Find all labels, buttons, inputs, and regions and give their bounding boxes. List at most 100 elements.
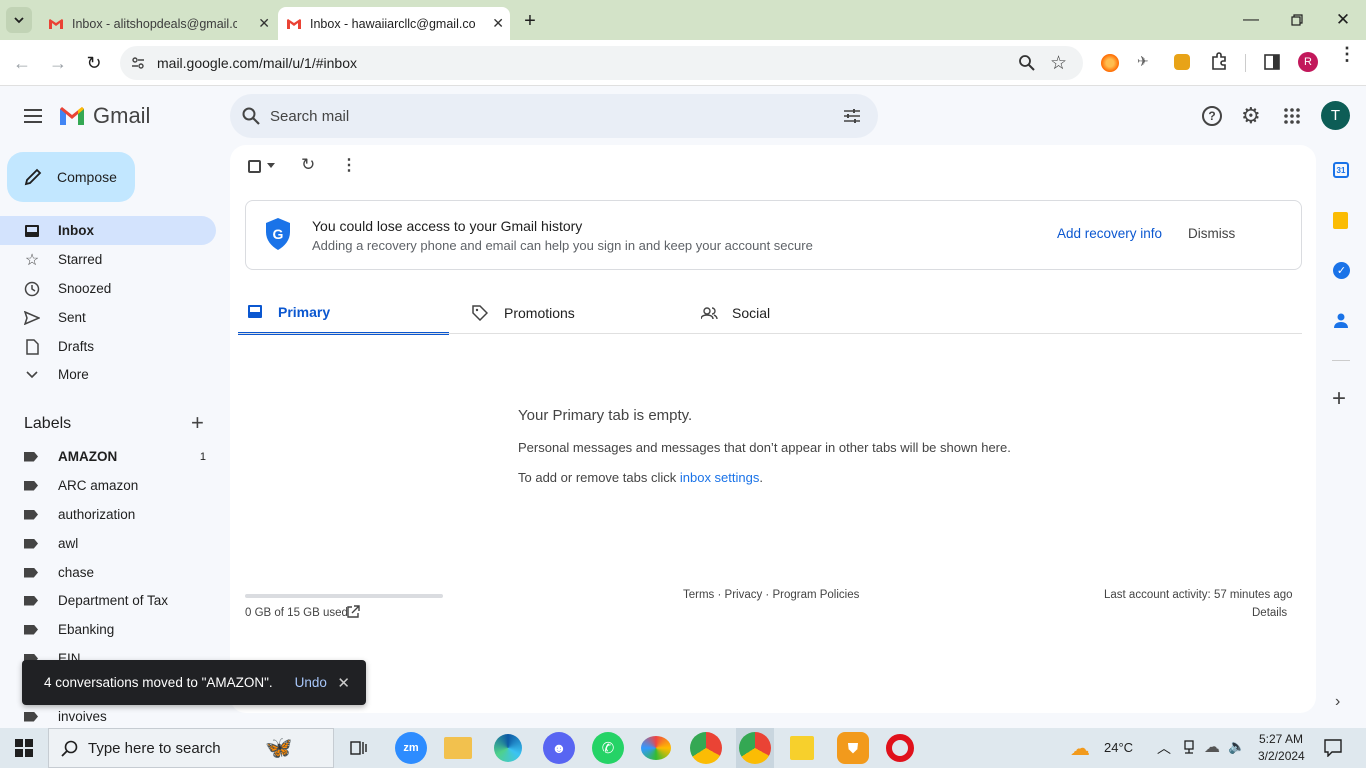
url-text[interactable]: mail.google.com/mail/u/1/#inbox [157, 55, 357, 71]
inbox-settings-link[interactable]: inbox settings [680, 470, 760, 485]
network-icon[interactable] [1182, 740, 1196, 759]
volume-icon[interactable]: 🔈 [1228, 738, 1245, 755]
nav-inbox[interactable]: Inbox [0, 216, 216, 245]
extension-firefox-icon[interactable] [1101, 54, 1119, 72]
label-invoives[interactable]: invoives [0, 702, 216, 731]
onedrive-offline-icon[interactable]: ☁ [1204, 737, 1220, 757]
browser-tab-1[interactable]: Inbox - alitshopdeals@gmail.com ✕ [40, 7, 276, 40]
footer-links[interactable]: Terms · Privacy · Program Policies [683, 589, 859, 601]
tasks-icon[interactable]: ✓ [1333, 262, 1350, 279]
settings-gear-icon[interactable]: ⚙ [1241, 103, 1261, 129]
restore-button[interactable] [1282, 8, 1312, 32]
forward-button[interactable]: → [46, 51, 70, 75]
taskbar-search-input[interactable]: Type here to search [88, 740, 221, 757]
clock-date[interactable]: 3/2/2024 [1258, 749, 1305, 763]
nav-sent[interactable]: Sent [0, 303, 216, 332]
keep-icon[interactable] [1333, 212, 1348, 229]
undo-button[interactable]: Undo [295, 675, 327, 690]
label-amazon[interactable]: AMAZON 1 [0, 442, 216, 471]
label-ebanking[interactable]: Ebanking [0, 615, 216, 644]
vpn-app-icon[interactable]: ⛊ [837, 732, 869, 764]
tab-social[interactable]: Social [701, 291, 911, 335]
chrome-profile-2-icon[interactable] [736, 728, 774, 768]
chrome-profile-avatar[interactable]: R [1298, 52, 1318, 72]
close-toast-icon[interactable]: ✕ [337, 674, 350, 692]
select-dropdown-icon[interactable] [267, 163, 275, 168]
label-awl[interactable]: awl [0, 529, 216, 558]
sticky-notes-icon[interactable] [790, 736, 814, 760]
label-arc-amazon[interactable]: ARC amazon [0, 471, 216, 500]
tab-primary[interactable]: Primary [238, 291, 449, 335]
nav-drafts[interactable]: Drafts [0, 332, 216, 361]
more-options-icon[interactable]: ⋮ [341, 155, 357, 175]
weather-icon[interactable]: ☁ [1070, 736, 1090, 761]
refresh-icon[interactable]: ↻ [301, 155, 315, 175]
add-recovery-info-link[interactable]: Add recovery info [1057, 226, 1162, 241]
tab-promotions[interactable]: Promotions [472, 291, 682, 335]
label-chase[interactable]: chase [0, 558, 216, 587]
file-explorer-icon[interactable] [444, 737, 472, 759]
open-storage-icon[interactable] [346, 605, 360, 624]
minimize-button[interactable]: — [1236, 8, 1266, 32]
taskbar-search-box[interactable]: Type here to search 🦋 [48, 728, 334, 768]
zoom-app-icon[interactable]: zm [395, 732, 427, 764]
bookmark-star-icon[interactable]: ☆ [1050, 52, 1067, 75]
add-label-plus-icon[interactable]: + [191, 410, 204, 436]
whatsapp-icon[interactable]: ✆ [592, 732, 624, 764]
chrome-profile-1-icon[interactable] [690, 732, 722, 764]
select-all-checkbox[interactable] [248, 160, 261, 173]
side-panel-icon[interactable] [1264, 54, 1280, 75]
label-authorization[interactable]: authorization [0, 500, 216, 529]
close-tab-icon[interactable]: ✕ [492, 15, 504, 32]
dismiss-button[interactable]: Dismiss [1188, 226, 1235, 241]
mail-main-panel: ↻ ⋮ G You could lose access to your Gmai… [230, 145, 1316, 713]
nav-snoozed[interactable]: Snoozed [0, 274, 216, 303]
close-window-button[interactable]: ✕ [1328, 8, 1358, 32]
site-info-icon[interactable] [130, 55, 146, 76]
new-tab-button[interactable]: + [518, 9, 542, 33]
extensions-puzzle-icon[interactable] [1209, 51, 1229, 76]
search-icon [61, 740, 79, 763]
search-icon[interactable] [242, 107, 260, 130]
back-button[interactable]: ← [10, 51, 34, 75]
account-avatar[interactable]: T [1321, 101, 1350, 130]
windows-start-icon[interactable] [15, 739, 33, 762]
notification-center-icon[interactable] [1324, 739, 1342, 762]
clock-time[interactable]: 5:27 AM [1259, 732, 1303, 746]
search-input[interactable]: Search mail [270, 108, 349, 125]
close-tab-icon[interactable]: ✕ [258, 15, 270, 32]
weather-temperature[interactable]: 24°C [1104, 740, 1133, 755]
banner-subtitle: Adding a recovery phone and email can he… [312, 238, 813, 253]
get-addons-plus-icon[interactable]: + [1332, 385, 1346, 413]
details-link[interactable]: Details [1252, 607, 1287, 619]
edge-browser-icon[interactable] [494, 734, 522, 762]
chrome-logo-icon [739, 732, 771, 764]
search-options-icon[interactable] [843, 107, 861, 130]
contacts-icon[interactable] [1333, 312, 1349, 333]
tab-search-button[interactable] [6, 7, 32, 33]
reload-button[interactable]: ↻ [82, 51, 106, 75]
discord-icon[interactable]: ☻ [543, 732, 575, 764]
zoom-icon[interactable] [1018, 54, 1036, 77]
nav-starred[interactable]: ☆ Starred [0, 245, 216, 274]
task-view-icon[interactable] [350, 739, 368, 762]
label-tag-icon [24, 538, 38, 549]
opera-browser-icon[interactable] [886, 734, 914, 762]
address-bar[interactable]: mail.google.com/mail/u/1/#inbox ☆ [120, 46, 1083, 80]
extension-honey-icon[interactable] [1174, 54, 1190, 70]
paint-app-icon[interactable] [641, 736, 671, 760]
help-icon[interactable]: ? [1202, 106, 1222, 126]
search-bar[interactable]: Search mail [230, 94, 878, 138]
chrome-menu-icon[interactable]: ⋮ [1338, 45, 1356, 63]
label-department-of-tax[interactable]: Department of Tax [0, 586, 216, 615]
expand-panel-chevron-icon[interactable]: › [1335, 693, 1340, 711]
compose-button[interactable]: Compose [7, 152, 135, 202]
tray-overflow-chevron-icon[interactable]: ︿ [1157, 738, 1171, 758]
google-apps-icon[interactable] [1284, 108, 1300, 129]
calendar-icon[interactable]: 31 [1333, 162, 1349, 178]
empty-title: Your Primary tab is empty. [518, 407, 693, 424]
browser-tab-2-active[interactable]: Inbox - hawaiiarcllc@gmail.com ✕ [278, 7, 510, 40]
label-name: invoives [58, 709, 107, 724]
nav-more[interactable]: More [0, 360, 216, 389]
extension-plane-icon[interactable]: ✈ [1137, 53, 1149, 70]
